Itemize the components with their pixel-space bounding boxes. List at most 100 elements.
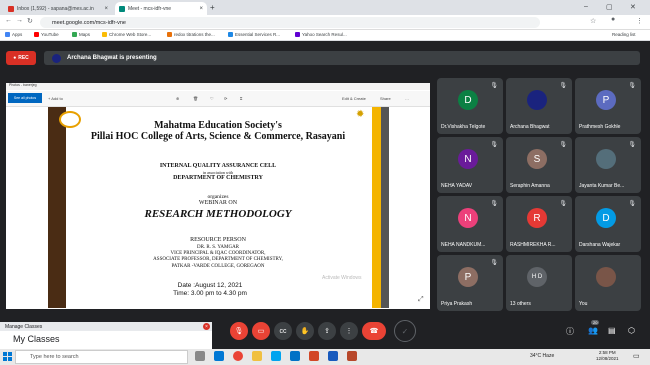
taskbar-search-input[interactable]: Type here to search xyxy=(15,350,188,364)
minimize-icon[interactable]: – xyxy=(584,3,588,10)
chrome-icon[interactable] xyxy=(233,351,243,361)
window-close-icon[interactable]: ✕ xyxy=(630,3,636,11)
mic-muted-icon: 🎙 xyxy=(490,83,498,89)
participant-tile[interactable]: S Seraphin Amanna 🎙 xyxy=(506,137,572,193)
participant-tile[interactable]: N NEHA YADAV 🎙 xyxy=(437,137,503,193)
back-icon[interactable]: ← xyxy=(5,17,12,24)
zoom-icon[interactable]: ⊕ xyxy=(176,96,179,101)
manage-classes-header: Manage Classes xyxy=(0,322,212,331)
profile-avatar[interactable]: ● xyxy=(611,16,615,23)
check-icon[interactable]: ✓ xyxy=(394,320,416,342)
add-to-button[interactable]: + Add to xyxy=(48,96,63,101)
info-icon[interactable]: ⓘ xyxy=(566,326,574,337)
page-icon xyxy=(228,32,233,37)
mail-icon[interactable] xyxy=(290,351,300,361)
participant-tile[interactable]: R RASHMIREKHA R... 🎙 xyxy=(506,196,572,252)
bookmark-youtube[interactable]: YouTube xyxy=(34,32,59,37)
mic-muted-icon: 🎙 xyxy=(628,201,636,207)
participant-tile[interactable]: You xyxy=(575,255,641,311)
word-icon[interactable] xyxy=(328,351,338,361)
maps-icon xyxy=(72,32,77,37)
close-icon[interactable]: × xyxy=(203,323,210,330)
participant-tile[interactable]: D Dr.Vishakha Telgote 🎙 xyxy=(437,78,503,134)
reading-list[interactable]: Reading list xyxy=(612,32,636,37)
task-view-icon[interactable] xyxy=(195,351,205,361)
recording-badge: ● REC xyxy=(6,51,36,65)
edit-create-button[interactable]: Edit & Create xyxy=(342,96,366,101)
windows-start-icon[interactable] xyxy=(3,352,12,361)
avatar xyxy=(596,267,616,287)
participant-tile[interactable]: P Priya Prakash 🎙 xyxy=(437,255,503,311)
crop-icon[interactable]: ⌗ xyxy=(240,96,242,101)
presenting-text: Archana Bhagwat is presenting xyxy=(67,55,157,61)
new-tab-button[interactable]: + xyxy=(210,3,215,12)
favorite-icon[interactable]: ♡ xyxy=(210,96,214,101)
activities-icon[interactable]: ⬡ xyxy=(628,326,635,335)
menu-icon[interactable]: ⋮ xyxy=(636,17,643,25)
forward-icon[interactable]: → xyxy=(16,17,23,24)
powerpoint-icon[interactable] xyxy=(309,351,319,361)
edge-icon[interactable] xyxy=(214,351,224,361)
bookmark-redox[interactable]: redox titrations the... xyxy=(167,32,215,37)
avatar: N xyxy=(458,149,478,169)
reload-icon[interactable]: ↻ xyxy=(27,17,33,25)
participant-tile[interactable]: Archana Bhagwat 🎙 xyxy=(506,78,572,134)
raise-hand-button[interactable]: ✋ xyxy=(296,322,314,340)
camera-off-button[interactable]: ▭ xyxy=(252,322,270,340)
see-all-photos-button[interactable]: See all photos xyxy=(8,93,42,103)
bookmark-yahoo[interactable]: Yahoo Search Resul... xyxy=(295,32,347,37)
share-button[interactable]: Share xyxy=(380,96,391,101)
close-icon[interactable]: × xyxy=(199,6,203,12)
participant-tile[interactable]: N NEHA NANDKUM... 🎙 xyxy=(437,196,503,252)
store-icon[interactable] xyxy=(271,351,281,361)
leave-call-button[interactable]: ☎ xyxy=(362,322,386,340)
more-icon[interactable]: … xyxy=(405,96,409,101)
captions-icon: cc xyxy=(279,327,287,335)
avatar: H D xyxy=(527,267,547,287)
bookmark-maps[interactable]: Maps xyxy=(72,32,90,37)
participant-tile[interactable]: D Darshana Wajekar 🎙 xyxy=(575,196,641,252)
record-dot-icon: ● xyxy=(13,55,17,61)
avatar: D xyxy=(458,90,478,110)
participant-count-badge: 20 xyxy=(591,320,600,325)
bookmark-apps[interactable]: Apps xyxy=(5,32,22,37)
more-options-button[interactable]: ⋮ xyxy=(340,322,358,340)
star-icon[interactable]: ☆ xyxy=(590,17,596,25)
file-explorer-icon[interactable] xyxy=(252,351,262,361)
mic-muted-icon: 🎙 xyxy=(628,83,636,89)
mic-muted-icon: 🎙 xyxy=(490,142,498,148)
close-icon[interactable]: × xyxy=(104,6,108,12)
maximize-icon[interactable]: ▢ xyxy=(606,3,613,11)
mic-muted-icon: 🎙 xyxy=(559,83,567,89)
pdf-icon[interactable] xyxy=(347,351,357,361)
delete-icon[interactable]: 🗑 xyxy=(193,96,198,101)
notification-icon[interactable]: ▭ xyxy=(633,352,640,360)
people-icon[interactable]: 👥 xyxy=(588,326,598,335)
weather-widget[interactable]: 34°C Haze xyxy=(530,353,554,359)
bookmark-essential[interactable]: Essential Services R... xyxy=(228,32,280,37)
chat-icon[interactable]: ▤ xyxy=(608,326,616,335)
chrome-store-icon xyxy=(102,32,107,37)
gmail-icon xyxy=(8,5,14,12)
captions-button[interactable]: cc xyxy=(274,322,292,340)
url-input[interactable]: meet.google.com/mcs-idfr-vne xyxy=(40,17,540,28)
avatar: D xyxy=(596,208,616,228)
taskbar-clock[interactable]: 2:58 PM 12/08/2021 xyxy=(596,350,619,362)
mic-muted-icon: 🎙 xyxy=(559,201,567,207)
more-vert-icon: ⋮ xyxy=(345,328,353,335)
tab-meet[interactable]: Meet - mcs-idfr-vne × xyxy=(115,2,207,15)
url-text: meet.google.com/mcs-idfr-vne xyxy=(52,19,126,26)
present-button[interactable]: ⇪ xyxy=(318,322,336,340)
participant-tile[interactable]: P Prathmesh Gokhle 🎙 xyxy=(575,78,641,134)
bookmark-chrome-store[interactable]: Chrome Web Store... xyxy=(102,32,151,37)
mic-muted-icon: 🎙 xyxy=(490,201,498,207)
participant-name: Dr.Vishakha Telgote xyxy=(441,124,486,130)
participant-tile[interactable]: H D 13 others xyxy=(506,255,572,311)
meet-icon xyxy=(119,5,125,12)
rotate-icon[interactable]: ⟳ xyxy=(224,96,227,101)
participant-tile[interactable]: Jayanta Kumar Be... 🎙 xyxy=(575,137,641,193)
avatar: P xyxy=(596,90,616,110)
fullscreen-icon[interactable]: ⤢ xyxy=(418,296,424,304)
tab-gmail[interactable]: Inbox (1,592) - sapana@mes.ac.in × xyxy=(4,2,112,15)
mic-off-button[interactable]: 🎙 xyxy=(230,322,248,340)
